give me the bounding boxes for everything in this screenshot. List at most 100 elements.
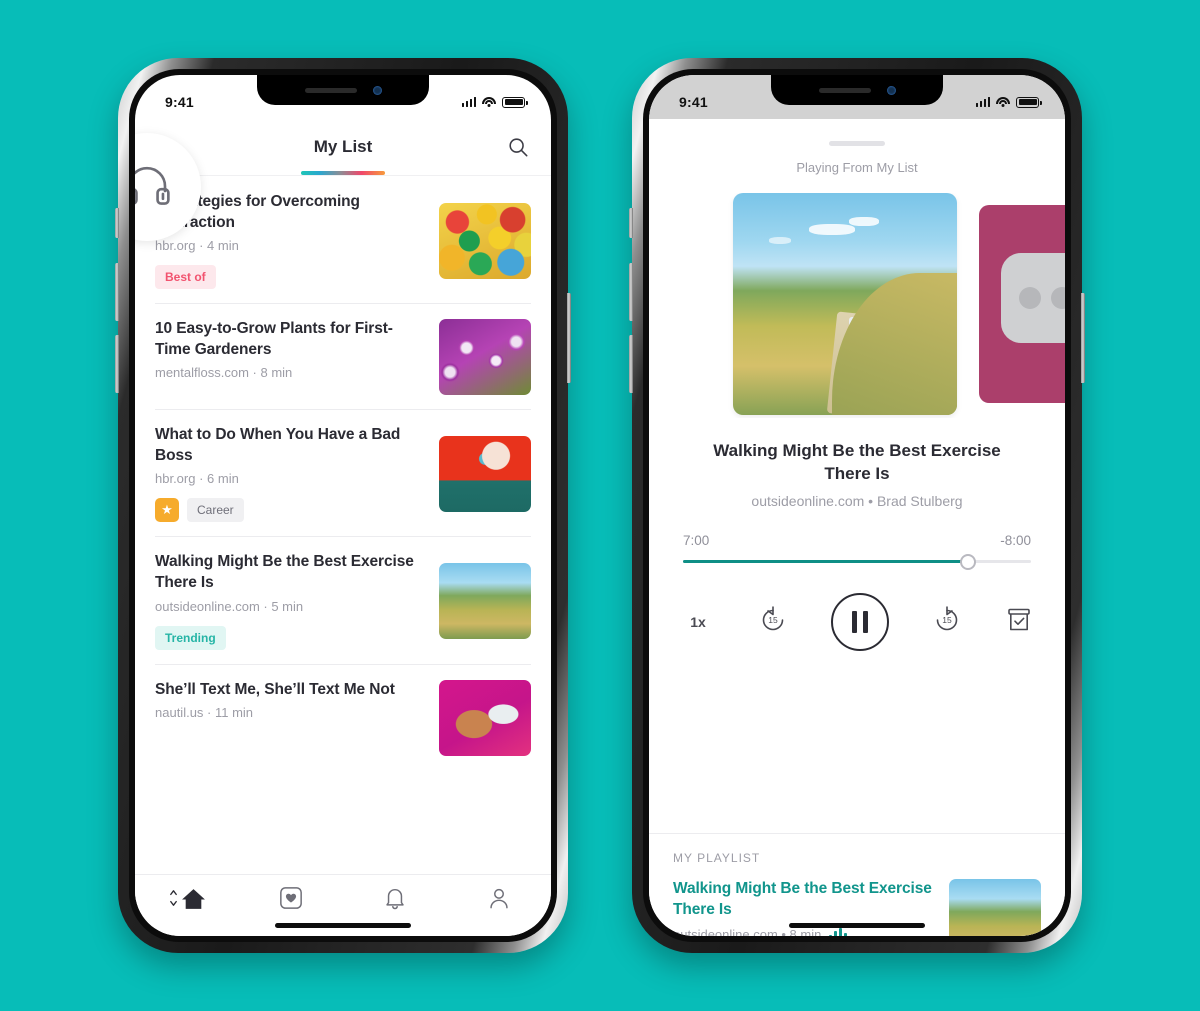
volume-up-button[interactable] <box>115 263 119 321</box>
list-item-meta: nautil.us · 11 min <box>155 705 254 721</box>
artwork-image <box>733 193 957 415</box>
page-title: My List <box>313 137 373 156</box>
left-phone-bezel: 9:41 My List 4 Strategies for Overcoming… <box>129 69 557 942</box>
sort-chevrons-icon[interactable] <box>169 888 178 913</box>
list-item-meta: mentalfloss.com · 8 min <box>155 365 293 381</box>
wifi-icon <box>482 96 496 108</box>
power-button[interactable] <box>1081 293 1085 383</box>
sheet-grabber[interactable] <box>829 141 885 146</box>
list-item-title: Walking Might Be the Best Exercise There… <box>155 553 414 592</box>
status-indicators <box>461 96 528 108</box>
list-item-tags: ★ Career <box>155 498 425 523</box>
playlist-label: MY PLAYLIST <box>673 851 761 865</box>
rewind-15-button[interactable]: 15 <box>758 605 788 640</box>
rewind-amount-label: 15 <box>768 614 778 625</box>
search-icon[interactable] <box>507 136 529 158</box>
list-item-meta: outsideonline.com · 5 min <box>155 598 304 614</box>
bell-icon[interactable] <box>383 885 407 916</box>
list-item-thumbnail <box>439 319 531 396</box>
bubble-dot <box>1019 287 1041 309</box>
progress-section: 7:00 -8:00 <box>683 533 1031 570</box>
right-phone-bezel: 9:41 Playing From My List Walking Might … <box>643 69 1071 942</box>
archive-button[interactable] <box>1005 606 1033 639</box>
forward-15-button[interactable]: 15 <box>932 605 962 640</box>
category-badge[interactable]: Career <box>187 498 244 523</box>
playing-from-label: Playing From My List <box>796 160 918 175</box>
cloud-shape <box>768 237 791 245</box>
artwork-carousel[interactable] <box>649 193 1065 418</box>
earpiece-speaker <box>304 87 357 93</box>
list-item-text: 4 Strategies for Overcoming Distraction … <box>155 192 439 290</box>
home-icon[interactable] <box>181 887 206 915</box>
now-playing-equalizer-icon <box>829 928 848 936</box>
next-artwork[interactable] <box>979 205 1065 403</box>
tab-home[interactable] <box>159 884 215 918</box>
left-phone-screen: 9:41 My List 4 Strategies for Overcoming… <box>135 75 551 936</box>
list-item-title: She’ll Text Me, She’ll Text Me Not <box>155 680 395 698</box>
forward-15-icon: 15 <box>932 605 962 640</box>
front-camera-icon <box>372 85 382 95</box>
progress-knob[interactable] <box>960 553 977 570</box>
saved-heart-icon[interactable] <box>279 886 303 915</box>
tab-active-underline <box>301 171 385 175</box>
forward-amount-label: 15 <box>942 614 952 625</box>
playlist-item-source: outsideonline.com • 8 min <box>673 927 822 936</box>
playlist-section: MY PLAYLIST Walking Might Be the Best Ex… <box>649 833 1065 936</box>
time-labels: 7:00 -8:00 <box>683 533 1031 548</box>
list-item[interactable]: What to Do When You Have a Bad Boss hbr.… <box>135 409 551 536</box>
archive-check-icon <box>1005 606 1033 639</box>
play-pause-button[interactable] <box>831 593 889 652</box>
list-item[interactable]: She’ll Text Me, She’ll Text Me Not nauti… <box>135 663 551 770</box>
cloud-shape <box>809 224 856 236</box>
volume-down-button[interactable] <box>629 335 633 393</box>
elapsed-time: 7:00 <box>683 533 710 549</box>
headphones-icon <box>135 164 171 211</box>
wifi-icon <box>996 96 1010 108</box>
list-item[interactable]: Walking Might Be the Best Exercise There… <box>135 536 551 663</box>
tab-profile[interactable] <box>471 884 527 918</box>
playlist-item-title: Walking Might Be the Best Exercise There… <box>673 880 932 918</box>
list-item-title: What to Do When You Have a Bad Boss <box>155 426 401 464</box>
rewind-15-icon: 15 <box>758 605 788 640</box>
list-item-tags: Trending <box>155 625 425 650</box>
earpiece-speaker <box>818 87 871 93</box>
mute-switch[interactable] <box>629 208 633 238</box>
status-badge[interactable]: Best of <box>155 265 216 290</box>
status-time: 9:41 <box>165 94 194 110</box>
status-badge[interactable]: Trending <box>155 625 226 650</box>
volume-up-button[interactable] <box>629 263 633 321</box>
article-list[interactable]: 4 Strategies for Overcoming Distraction … <box>135 176 551 874</box>
power-button[interactable] <box>567 293 571 383</box>
list-item-text: Walking Might Be the Best Exercise There… <box>155 552 439 650</box>
home-indicator[interactable] <box>789 923 925 928</box>
list-item-title: 10 Easy-to-Grow Plants for First-Time Ga… <box>155 320 393 358</box>
cloud-shape <box>849 217 880 227</box>
notch <box>257 75 429 105</box>
home-indicator[interactable] <box>275 923 411 928</box>
notch <box>771 75 943 105</box>
left-phone-device: 9:41 My List 4 Strategies for Overcoming… <box>115 58 571 953</box>
right-phone-device: 9:41 Playing From My List Walking Might … <box>629 58 1085 953</box>
list-item-thumbnail <box>439 563 531 640</box>
list-item-thumbnail <box>439 435 531 512</box>
list-item-meta: hbr.org · 6 min <box>155 471 239 487</box>
pause-icon <box>852 611 868 634</box>
list-item-text: What to Do When You Have a Bad Boss hbr.… <box>155 425 439 523</box>
progress-slider[interactable] <box>683 553 1031 570</box>
front-camera-icon <box>886 85 896 95</box>
list-item-text: She’ll Text Me, She’ll Text Me Not nauti… <box>155 680 439 756</box>
playlist-item-meta: outsideonline.com • 8 min <box>673 927 935 936</box>
status-indicators <box>975 96 1042 108</box>
status-time: 9:41 <box>679 94 708 110</box>
remaining-time: -8:00 <box>1000 533 1031 549</box>
tab-saved[interactable] <box>263 884 319 918</box>
profile-icon[interactable] <box>487 886 511 915</box>
list-item[interactable]: 10 Easy-to-Grow Plants for First-Time Ga… <box>135 303 551 409</box>
battery-icon <box>502 96 528 108</box>
tab-notifications[interactable] <box>367 884 423 918</box>
volume-down-button[interactable] <box>115 335 119 393</box>
track-subtitle: outsideonline.com • Brad Stulberg <box>751 493 963 510</box>
star-badge-icon[interactable]: ★ <box>155 498 179 523</box>
mute-switch[interactable] <box>115 208 119 238</box>
playback-speed-button[interactable]: 1x <box>681 614 715 630</box>
